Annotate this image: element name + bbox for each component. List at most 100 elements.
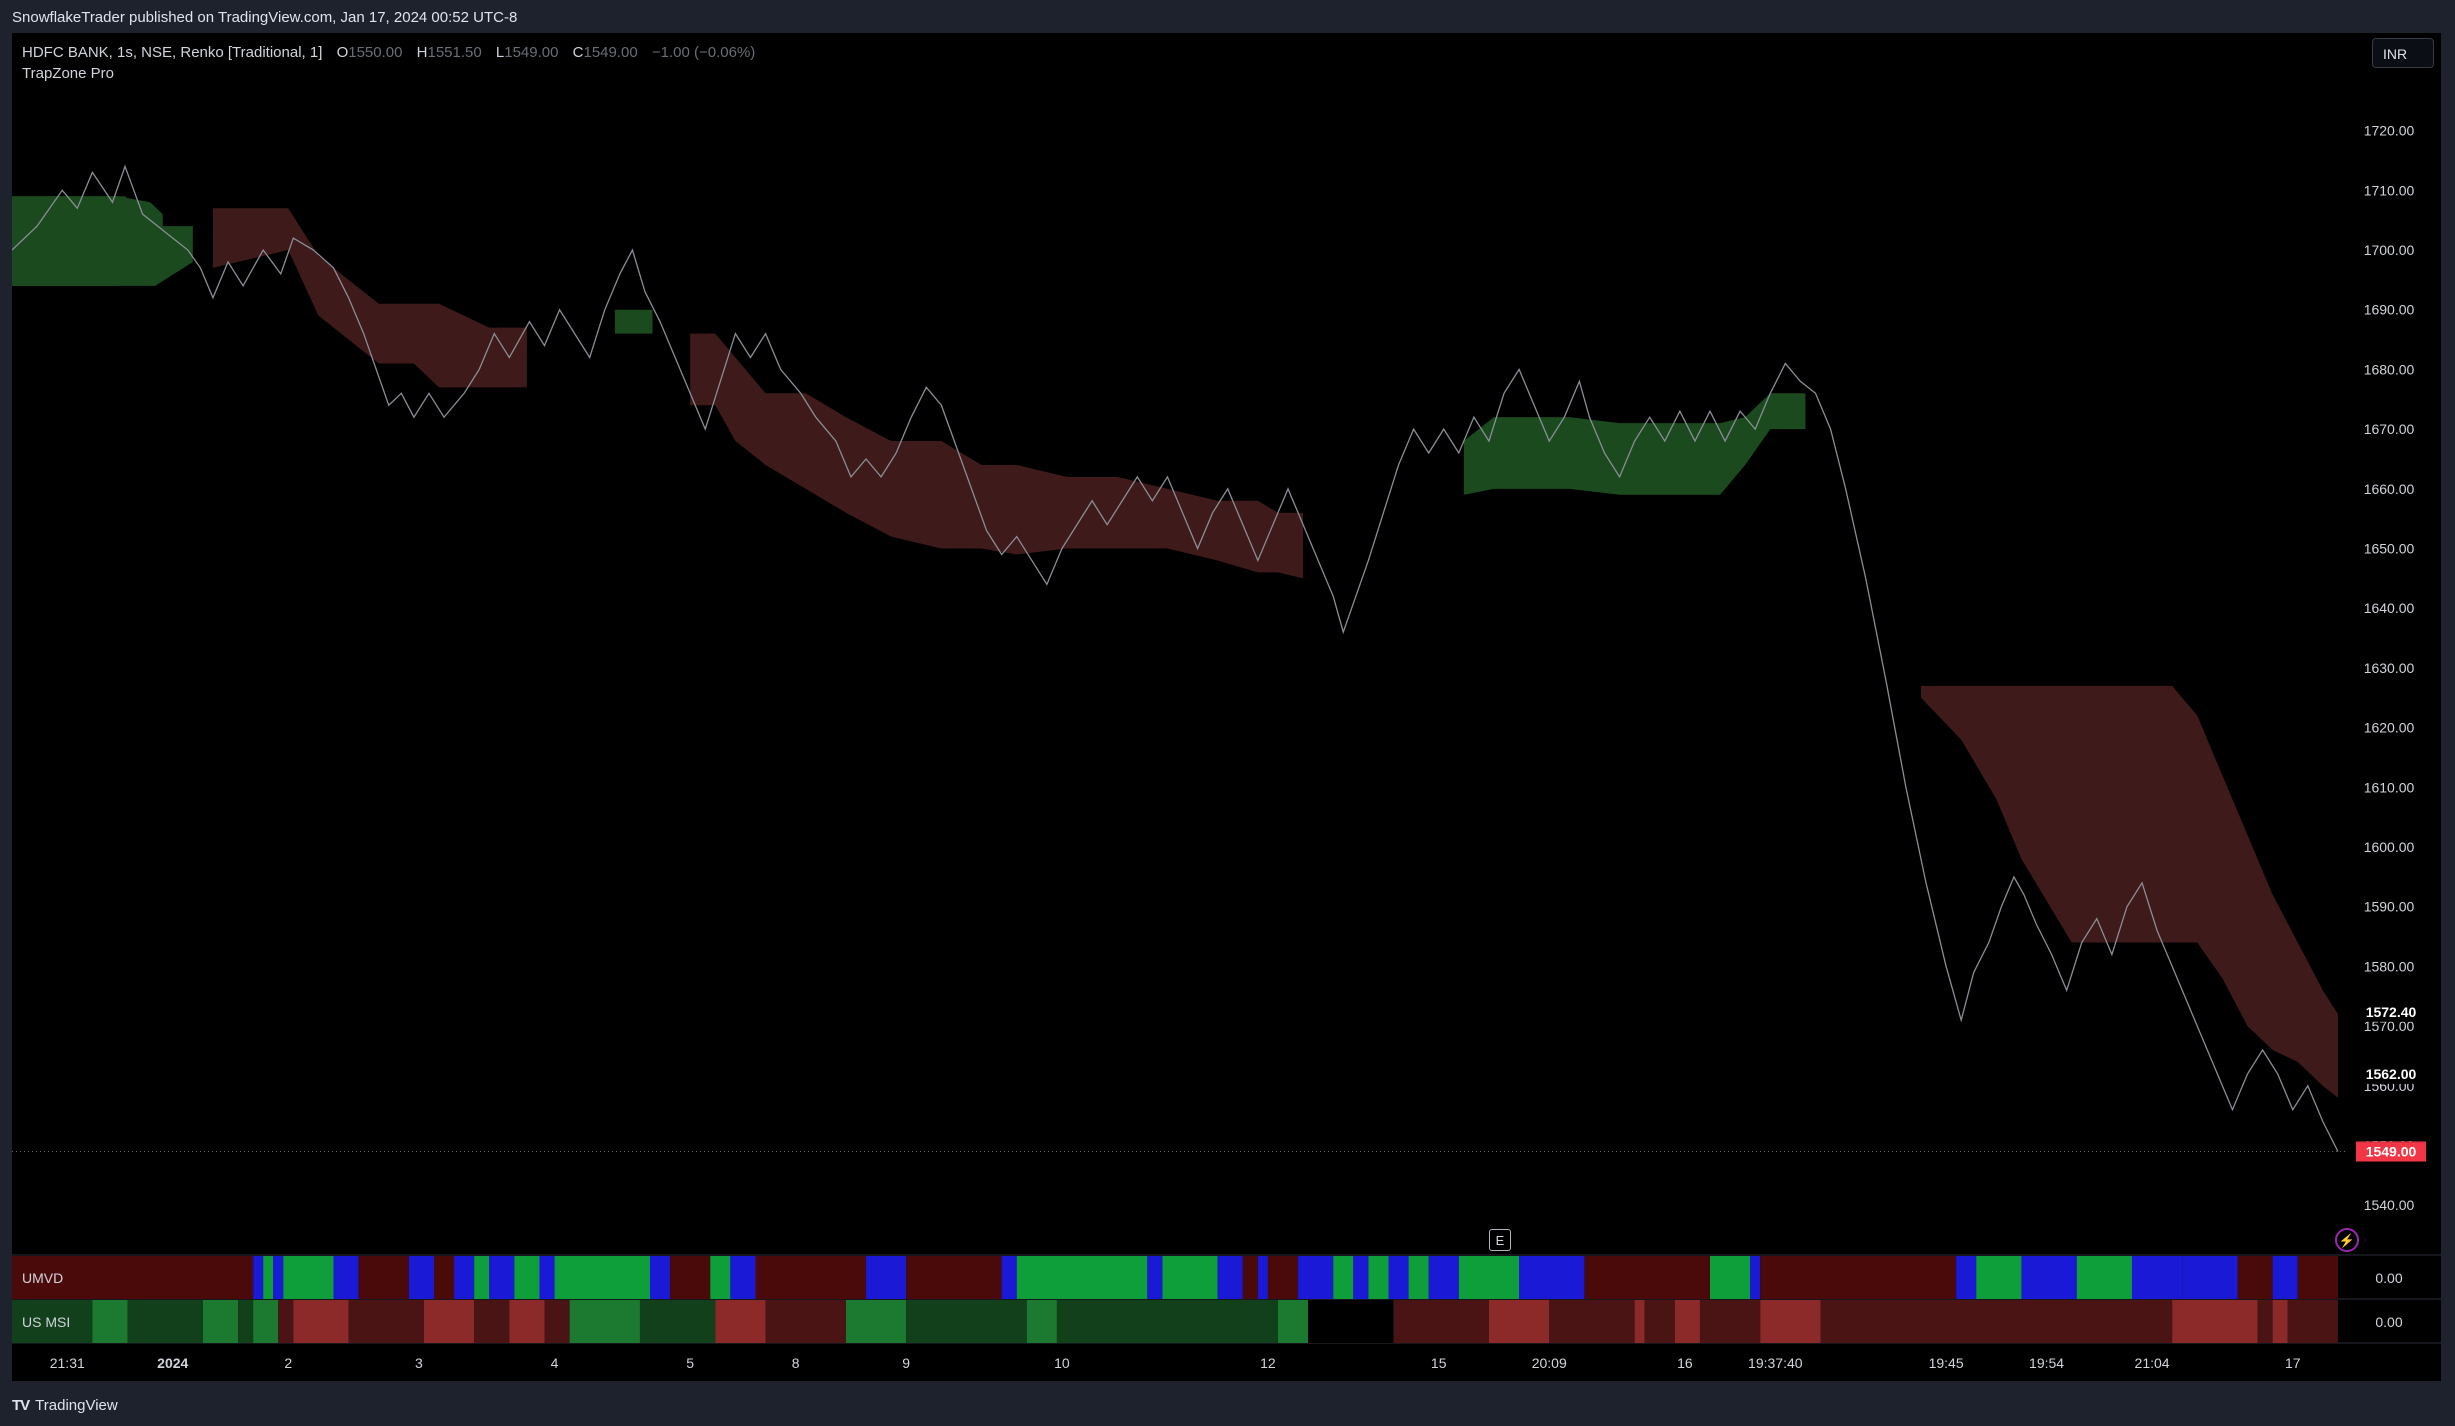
pane-value-label: 0.00 xyxy=(2375,1314,2402,1330)
open-key: O xyxy=(336,44,349,61)
umvd-bar xyxy=(906,1256,1002,1299)
time-tick-label: 19:37:40 xyxy=(1748,1355,1803,1371)
umvd-bar xyxy=(710,1256,731,1299)
umvd-bar xyxy=(730,1256,756,1299)
umvd-bar xyxy=(1217,1256,1243,1299)
msi-bar xyxy=(1056,1300,1278,1343)
umvd-bar xyxy=(2297,1256,2338,1299)
umvd-bar xyxy=(408,1256,434,1299)
msi-bar xyxy=(906,1300,1027,1343)
umvd-bar xyxy=(1428,1256,1459,1299)
umvd-bar xyxy=(1368,1256,1389,1299)
umvd-bar xyxy=(2076,1256,2132,1299)
msi-bar xyxy=(639,1300,716,1343)
umvd-bar xyxy=(866,1256,907,1299)
price-tick-label: 1710.00 xyxy=(2364,182,2415,198)
umvd-bar xyxy=(1298,1256,1334,1299)
time-tick-label: 16 xyxy=(1677,1355,1693,1371)
msi-bar xyxy=(2287,1300,2338,1343)
umvd-bar xyxy=(1709,1256,1751,1299)
price-tick-label: 1600.00 xyxy=(2364,839,2415,855)
time-tick-label: 17 xyxy=(2285,1355,2301,1371)
umvd-bar xyxy=(1408,1256,1429,1299)
msi-bar xyxy=(1644,1300,1675,1343)
price-label-text: 1549.00 xyxy=(2366,1144,2417,1160)
us-msi-pane-label[interactable]: US MSI xyxy=(22,1314,70,1330)
msi-bar xyxy=(845,1300,907,1343)
msi-bar xyxy=(1699,1300,1761,1343)
bolt-icon[interactable]: ⚡ xyxy=(2335,1228,2359,1252)
msi-bar xyxy=(1488,1300,1550,1343)
msi-bar xyxy=(1820,1300,2173,1343)
umvd-bar xyxy=(1760,1256,1957,1299)
us-msi-pane xyxy=(12,1300,2338,1343)
umvd-bar xyxy=(539,1256,555,1299)
time-tick-label: 10 xyxy=(1054,1355,1070,1371)
trap-zone-bear-6 xyxy=(1920,685,2338,1098)
close-key: C xyxy=(572,44,584,61)
change-value: −1.00 (−0.06%) xyxy=(651,44,756,61)
chart-canvas[interactable]: 1540.001550.001560.001570.001580.001590.… xyxy=(12,33,2441,1381)
close-value: 1549.00 xyxy=(583,44,638,61)
time-tick-label: 2 xyxy=(284,1355,292,1371)
time-tick-label: 19:54 xyxy=(2029,1355,2064,1371)
umvd-bar xyxy=(1242,1256,1258,1299)
msi-bar xyxy=(348,1300,424,1343)
price-tick-label: 1580.00 xyxy=(2364,958,2415,974)
time-tick-label: 21:31 xyxy=(50,1355,85,1371)
umvd-pane-label[interactable]: UMVD xyxy=(22,1270,63,1286)
umvd-bar xyxy=(1001,1256,1017,1299)
high-value: 1551.50 xyxy=(427,44,482,61)
umvd-bar xyxy=(283,1256,334,1299)
chart-frame[interactable]: 1540.001550.001560.001570.001580.001590.… xyxy=(12,33,2441,1381)
earnings-marker-icon[interactable]: E xyxy=(1489,1229,1511,1251)
msi-bar xyxy=(544,1300,570,1343)
msi-bar xyxy=(278,1300,294,1343)
umvd-bar xyxy=(2182,1256,2238,1299)
msi-bar xyxy=(2172,1300,2258,1343)
msi-bar xyxy=(1308,1300,1394,1343)
umvd-bar xyxy=(454,1256,475,1299)
umvd-bar xyxy=(1976,1256,2022,1299)
trap-zone-bull-3 xyxy=(614,309,653,334)
umvd-bar xyxy=(358,1256,409,1299)
msi-bar xyxy=(1549,1300,1635,1343)
trap-zone-bear-2 xyxy=(212,208,527,388)
msi-bar xyxy=(1026,1300,1057,1343)
time-tick-label: 19:45 xyxy=(1929,1355,1964,1371)
price-tick-label: 1690.00 xyxy=(2364,302,2415,318)
msi-bar xyxy=(92,1300,128,1343)
time-tick-label: 3 xyxy=(415,1355,423,1371)
umvd-bar xyxy=(1388,1256,1409,1299)
umvd-bar xyxy=(2131,1256,2183,1299)
umvd-bar xyxy=(333,1256,359,1299)
umvd-bar xyxy=(650,1256,671,1299)
price-tick-label: 1650.00 xyxy=(2364,541,2415,557)
umvd-bar xyxy=(263,1256,274,1299)
msi-bar xyxy=(238,1300,254,1343)
open-value: 1550.00 xyxy=(348,44,403,61)
currency-button[interactable]: INR xyxy=(2372,38,2434,68)
msi-bar xyxy=(569,1300,640,1343)
msi-bar xyxy=(1393,1300,1489,1343)
umvd-bar xyxy=(1257,1256,1268,1299)
umvd-bar xyxy=(2021,1256,2077,1299)
umvd-bar xyxy=(1016,1256,1148,1299)
time-tick-label: 15 xyxy=(1431,1355,1447,1371)
time-axis: 21:31 2024 2 3 4 5 8 9 10 12 15 20:09 16 19:37:40 19:4… xyxy=(50,1355,2301,1371)
trap-zone-bull-1 xyxy=(12,196,163,286)
time-tick-label: 12 xyxy=(1260,1355,1276,1371)
price-tick-label: 1670.00 xyxy=(2364,421,2415,437)
msi-bar xyxy=(2272,1300,2288,1343)
msi-bar xyxy=(474,1300,510,1343)
price-tick-label: 1660.00 xyxy=(2364,481,2415,497)
price-tick-label: 1640.00 xyxy=(2364,600,2415,616)
umvd-pane xyxy=(12,1256,2338,1299)
footer-brand-text: TradingView xyxy=(35,1397,118,1414)
symbol-legend[interactable]: HDFC BANK, 1s, NSE, Renko [Traditional, … xyxy=(22,44,755,61)
indicator-legend[interactable]: TrapZone Pro xyxy=(22,65,114,82)
footer-brand[interactable]: TV TradingView xyxy=(12,1397,118,1414)
msi-bar xyxy=(1674,1300,1700,1343)
time-tick-label: 4 xyxy=(551,1355,559,1371)
price-label-text: 1562.00 xyxy=(2366,1066,2417,1082)
